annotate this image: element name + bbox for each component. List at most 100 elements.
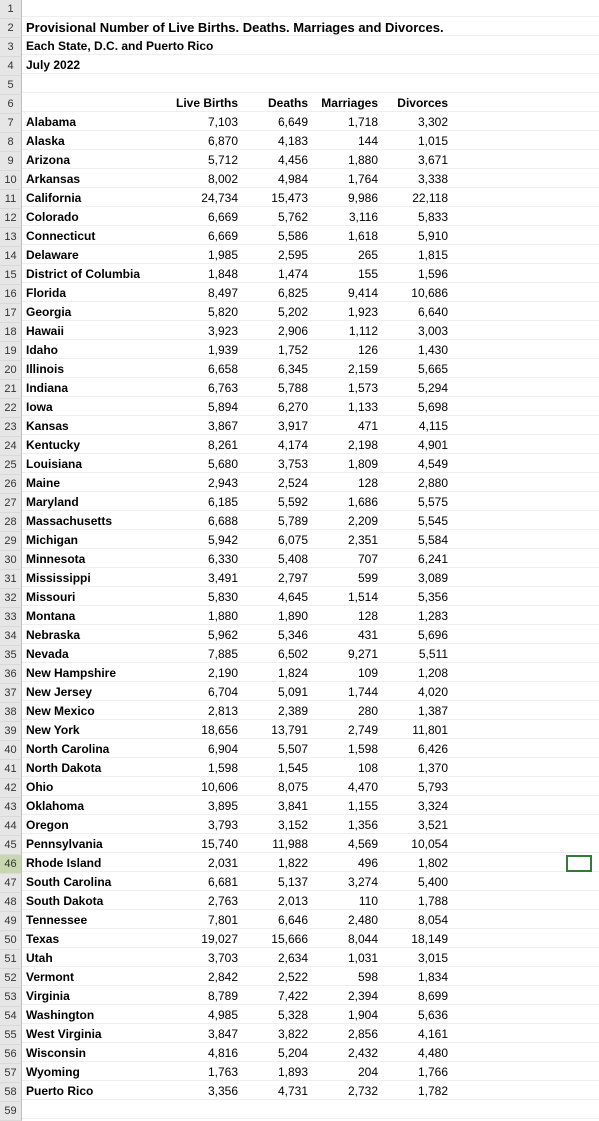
state-cell[interactable]: Tennessee — [22, 912, 172, 929]
row-number[interactable]: 16 — [0, 285, 22, 304]
divorces-cell[interactable]: 10,686 — [382, 285, 452, 302]
state-cell[interactable]: Louisiana — [22, 456, 172, 473]
state-cell[interactable]: Missouri — [22, 589, 172, 606]
live-births-cell[interactable]: 5,942 — [172, 532, 242, 549]
divorces-cell[interactable]: 5,833 — [382, 209, 452, 226]
divorces-cell[interactable]: 3,324 — [382, 798, 452, 815]
row-number[interactable]: 53 — [0, 988, 22, 1007]
row-number[interactable]: 56 — [0, 1045, 22, 1064]
marriages-cell[interactable]: 431 — [312, 627, 382, 644]
row-number[interactable]: 23 — [0, 418, 22, 437]
deaths-cell[interactable]: 6,270 — [242, 399, 312, 416]
marriages-cell[interactable]: 1,809 — [312, 456, 382, 473]
live-births-cell[interactable]: 4,985 — [172, 1007, 242, 1024]
deaths-cell[interactable]: 1,822 — [242, 855, 312, 872]
state-cell[interactable]: Michigan — [22, 532, 172, 549]
divorces-cell[interactable]: 1,766 — [382, 1064, 452, 1081]
state-cell[interactable]: Ohio — [22, 779, 172, 796]
marriages-cell[interactable]: 1,155 — [312, 798, 382, 815]
state-cell[interactable]: Nebraska — [22, 627, 172, 644]
row-number[interactable]: 51 — [0, 950, 22, 969]
row-number[interactable]: 55 — [0, 1026, 22, 1045]
row-number[interactable]: 21 — [0, 380, 22, 399]
live-births-cell[interactable]: 7,885 — [172, 646, 242, 663]
live-births-cell[interactable]: 6,688 — [172, 513, 242, 530]
divorces-cell[interactable]: 1,788 — [382, 893, 452, 910]
deaths-cell[interactable]: 5,204 — [242, 1045, 312, 1062]
column-header[interactable]: Divorces — [382, 95, 452, 112]
empty-cell[interactable] — [452, 703, 599, 720]
row-number[interactable]: 27 — [0, 494, 22, 513]
deaths-cell[interactable]: 2,906 — [242, 323, 312, 340]
marriages-cell[interactable]: 1,598 — [312, 741, 382, 758]
empty-cell[interactable] — [452, 1083, 599, 1100]
state-cell[interactable]: Nevada — [22, 646, 172, 663]
empty-cell[interactable] — [452, 513, 599, 530]
empty-cell[interactable] — [452, 627, 599, 644]
row-number[interactable]: 30 — [0, 551, 22, 570]
divorces-cell[interactable]: 4,161 — [382, 1026, 452, 1043]
divorces-cell[interactable]: 4,901 — [382, 437, 452, 454]
empty-cell[interactable] — [452, 779, 599, 796]
state-cell[interactable]: Massachusetts — [22, 513, 172, 530]
row-number[interactable]: 15 — [0, 266, 22, 285]
marriages-cell[interactable]: 2,351 — [312, 532, 382, 549]
marriages-cell[interactable]: 2,432 — [312, 1045, 382, 1062]
row-number[interactable]: 58 — [0, 1083, 22, 1102]
live-births-cell[interactable]: 8,261 — [172, 437, 242, 454]
marriages-cell[interactable]: 599 — [312, 570, 382, 587]
marriages-cell[interactable]: 2,732 — [312, 1083, 382, 1100]
live-births-cell[interactable]: 1,880 — [172, 608, 242, 625]
row-number[interactable]: 6 — [0, 95, 22, 114]
state-cell[interactable]: North Carolina — [22, 741, 172, 758]
empty-cell[interactable] — [452, 836, 599, 853]
state-cell[interactable]: District of Columbia — [22, 266, 172, 283]
state-cell[interactable]: Texas — [22, 931, 172, 948]
marriages-cell[interactable]: 128 — [312, 608, 382, 625]
live-births-cell[interactable]: 2,842 — [172, 969, 242, 986]
divorces-cell[interactable]: 18,149 — [382, 931, 452, 948]
row-number[interactable]: 41 — [0, 760, 22, 779]
live-births-cell[interactable]: 1,985 — [172, 247, 242, 264]
live-births-cell[interactable]: 6,904 — [172, 741, 242, 758]
marriages-cell[interactable]: 496 — [312, 855, 382, 872]
live-births-cell[interactable]: 6,704 — [172, 684, 242, 701]
state-cell[interactable]: Pennsylvania — [22, 836, 172, 853]
live-births-cell[interactable]: 2,813 — [172, 703, 242, 720]
marriages-cell[interactable]: 2,159 — [312, 361, 382, 378]
deaths-cell[interactable]: 3,841 — [242, 798, 312, 815]
state-cell[interactable]: New Mexico — [22, 703, 172, 720]
row-number[interactable]: 39 — [0, 722, 22, 741]
row-number[interactable]: 48 — [0, 893, 22, 912]
deaths-cell[interactable]: 15,473 — [242, 190, 312, 207]
empty-cell[interactable] — [452, 931, 599, 948]
divorces-cell[interactable]: 1,834 — [382, 969, 452, 986]
divorces-cell[interactable]: 1,815 — [382, 247, 452, 264]
live-births-cell[interactable]: 6,681 — [172, 874, 242, 891]
row-number[interactable]: 19 — [0, 342, 22, 361]
state-cell[interactable]: Idaho — [22, 342, 172, 359]
divorces-cell[interactable]: 1,387 — [382, 703, 452, 720]
row-number[interactable]: 45 — [0, 836, 22, 855]
marriages-cell[interactable]: 1,031 — [312, 950, 382, 967]
deaths-cell[interactable]: 3,152 — [242, 817, 312, 834]
empty-cell[interactable] — [452, 133, 599, 150]
live-births-cell[interactable]: 6,185 — [172, 494, 242, 511]
row-number[interactable]: 4 — [0, 57, 22, 76]
live-births-cell[interactable]: 10,606 — [172, 779, 242, 796]
row-number[interactable]: 18 — [0, 323, 22, 342]
state-cell[interactable]: New Hampshire — [22, 665, 172, 682]
live-births-cell[interactable]: 3,703 — [172, 950, 242, 967]
marriages-cell[interactable]: 280 — [312, 703, 382, 720]
live-births-cell[interactable]: 3,867 — [172, 418, 242, 435]
divorces-cell[interactable]: 5,294 — [382, 380, 452, 397]
marriages-cell[interactable]: 204 — [312, 1064, 382, 1081]
row-number[interactable]: 32 — [0, 589, 22, 608]
column-header[interactable]: Deaths — [242, 95, 312, 112]
deaths-cell[interactable]: 2,013 — [242, 893, 312, 910]
row-number[interactable]: 36 — [0, 665, 22, 684]
state-cell[interactable]: Oklahoma — [22, 798, 172, 815]
deaths-cell[interactable]: 3,753 — [242, 456, 312, 473]
marriages-cell[interactable]: 108 — [312, 760, 382, 777]
live-births-cell[interactable]: 6,330 — [172, 551, 242, 568]
